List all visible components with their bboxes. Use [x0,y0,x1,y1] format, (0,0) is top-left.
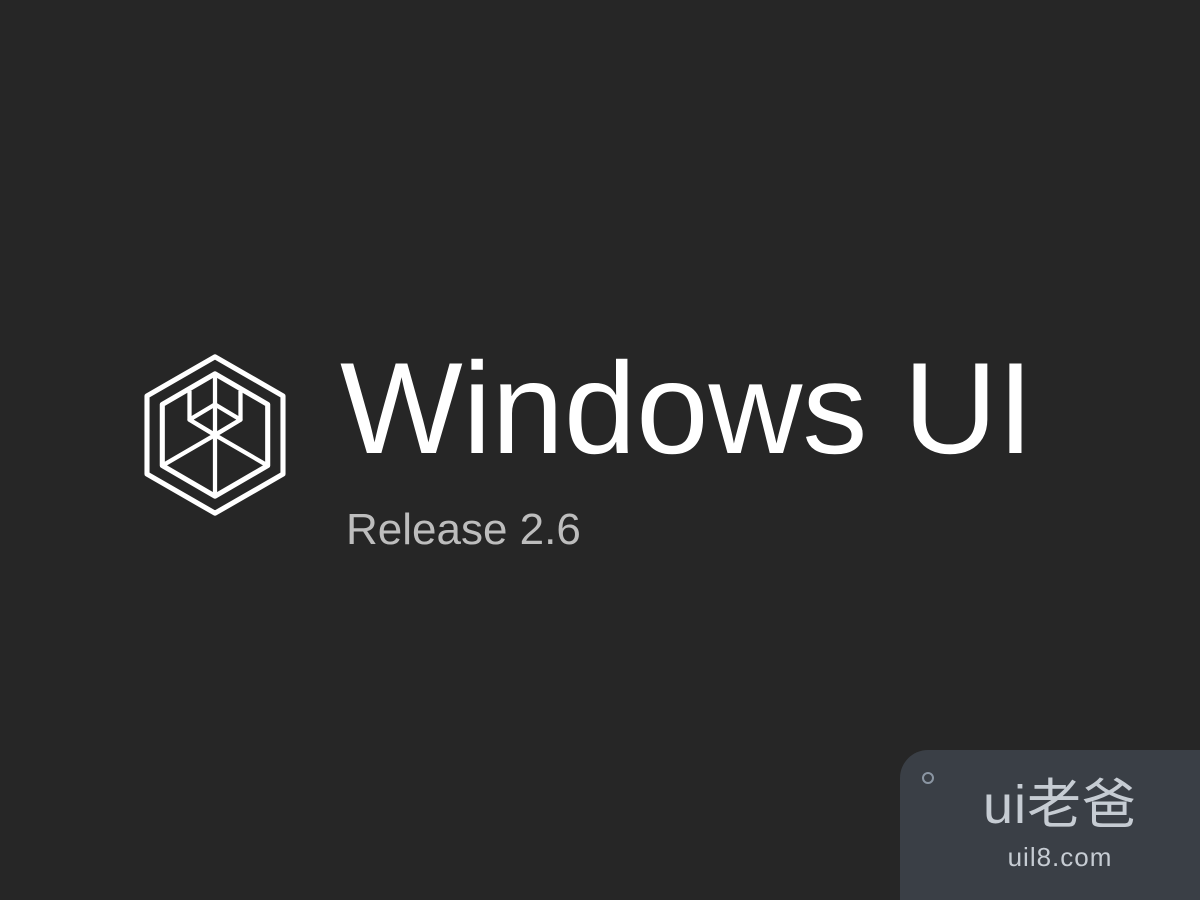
watermark-dot-icon [922,772,934,784]
windows-ui-hexagon-icon [130,350,300,520]
release-label: Release 2.6 [346,505,1033,555]
watermark-brand: ui老爸 [983,778,1137,832]
splash-container: Windows UI Release 2.6 [130,340,1033,555]
watermark-badge: ui老爸 uil8.com [900,750,1200,900]
app-title: Windows UI [340,340,1033,477]
watermark-url: uil8.com [1008,842,1113,873]
splash-text-block: Windows UI Release 2.6 [340,340,1033,555]
